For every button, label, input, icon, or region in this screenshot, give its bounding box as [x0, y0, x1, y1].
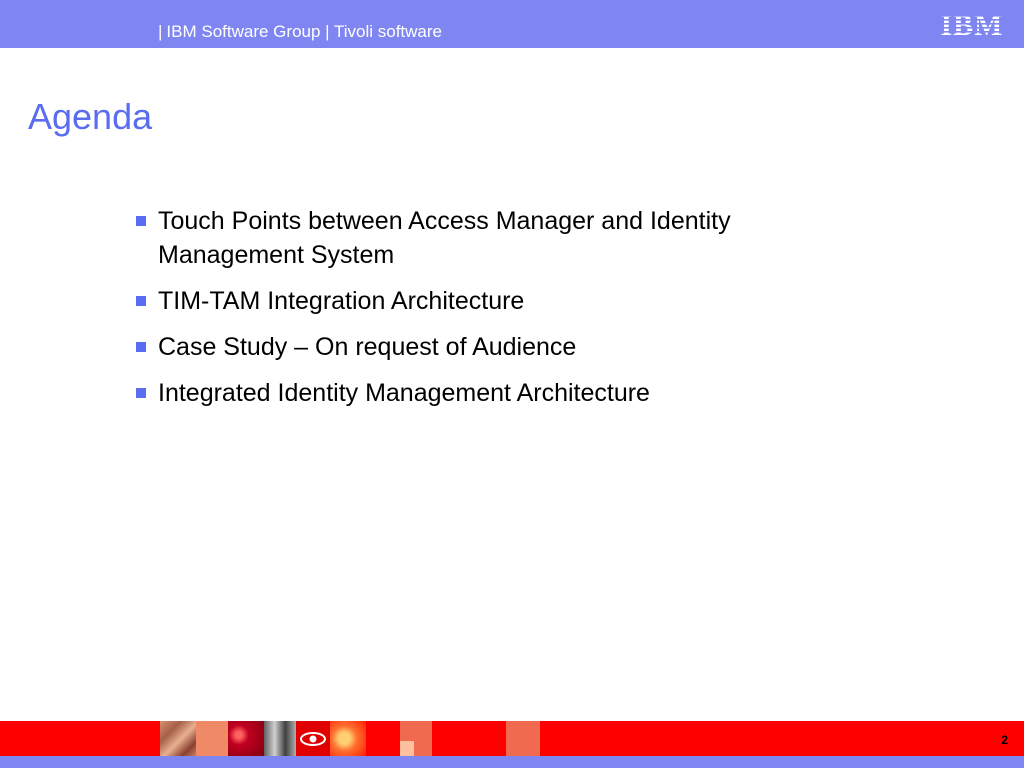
ibm-logo-text: IBM	[941, 10, 1004, 40]
footer-image-tile	[160, 721, 196, 756]
agenda-item-text: Case Study – On request of Audience	[158, 333, 577, 361]
header-group-label: | IBM Software Group | Tivoli software	[158, 20, 442, 44]
header-bar: | IBM Software Group | Tivoli software IB…	[0, 0, 1024, 48]
slide-title: Agenda	[28, 96, 153, 137]
header-separator: |	[158, 22, 163, 41]
square-bullet-icon	[136, 342, 146, 352]
footer-image-tile	[228, 721, 264, 756]
footer: 2	[0, 721, 1024, 768]
agenda-item: Case Study – On request of Audience	[134, 330, 854, 364]
agenda-item: TIM-TAM Integration Architecture	[134, 284, 854, 318]
agenda-item-text: Touch Points between Access Manager and …	[158, 207, 731, 269]
footer-image-tile	[506, 721, 540, 756]
footer-blue-strip	[0, 756, 1024, 768]
agenda-item-text: Integrated Identity Management Architect…	[158, 379, 650, 407]
footer-red-bar: 2	[0, 721, 1024, 756]
agenda-item: Integrated Identity Management Architect…	[134, 376, 854, 410]
footer-image-tile	[400, 741, 414, 756]
agenda-item-text: TIM-TAM Integration Architecture	[158, 287, 525, 315]
footer-image-tile	[330, 721, 366, 756]
footer-image-tile	[196, 721, 228, 756]
ibm-logo: IBM	[936, 10, 1008, 40]
footer-image-tile	[296, 721, 330, 756]
header-group-text: IBM Software Group | Tivoli software	[166, 22, 442, 41]
agenda-item: Touch Points between Access Manager and …	[134, 204, 854, 272]
square-bullet-icon	[136, 388, 146, 398]
square-bullet-icon	[136, 216, 146, 226]
agenda-list: Touch Points between Access Manager and …	[134, 204, 854, 422]
page-number: 2	[1001, 733, 1008, 747]
square-bullet-icon	[136, 296, 146, 306]
footer-image-tile	[264, 721, 296, 756]
eye-icon	[300, 732, 326, 746]
